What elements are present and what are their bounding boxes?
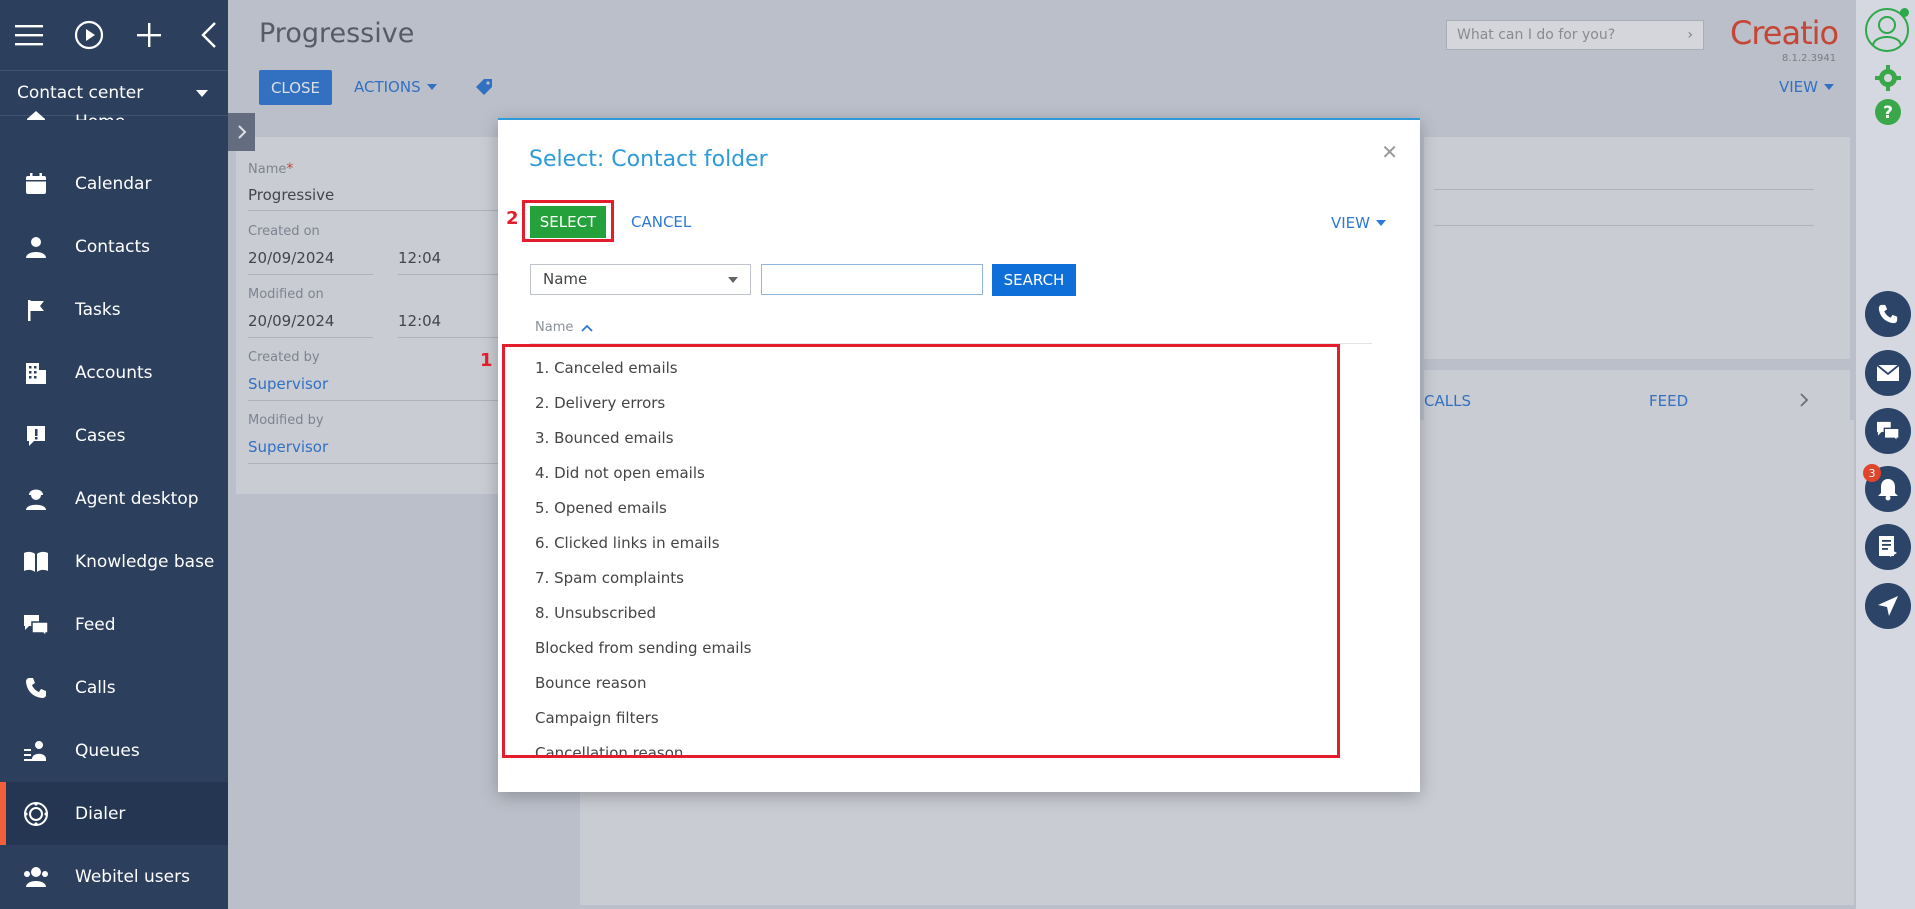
search-input[interactable] xyxy=(761,264,983,295)
sort-ascending-icon xyxy=(581,324,593,332)
sidebar-item-dialer[interactable]: Dialer xyxy=(0,782,228,845)
close-icon[interactable]: ✕ xyxy=(1381,140,1398,164)
list-item[interactable]: 1. Canceled emails xyxy=(506,350,1348,385)
list-item[interactable]: 2. Delivery errors xyxy=(506,385,1348,420)
list-item[interactable]: 5. Opened emails xyxy=(506,490,1348,525)
column-header-label: Name xyxy=(535,320,574,335)
sidebar-item-agent-desktop[interactable]: Agent desktop xyxy=(0,467,228,530)
chat-button[interactable] xyxy=(1865,408,1911,454)
sidebar-item-label: Webitel users xyxy=(75,866,190,887)
name-column-header[interactable]: Name xyxy=(535,320,593,335)
calendar-icon xyxy=(22,170,50,198)
sidebar-item-label: Accounts xyxy=(75,362,153,383)
users-icon xyxy=(22,863,50,891)
svg-text:?: ? xyxy=(1883,103,1893,123)
list-item[interactable]: 7. Spam complaints xyxy=(506,560,1348,595)
sidebar-item-accounts[interactable]: Accounts xyxy=(0,341,228,404)
sidebar-item-label: Cases xyxy=(75,425,126,446)
list-item[interactable]: Cancellation reason xyxy=(506,735,1348,757)
search-button[interactable]: SEARCH xyxy=(992,264,1076,296)
sidebar-toolbar xyxy=(0,0,228,70)
sidebar-item-tasks[interactable]: Tasks xyxy=(0,278,228,341)
sidebar-item-label: Calls xyxy=(75,677,116,698)
documents-button[interactable] xyxy=(1865,524,1911,570)
sidebar-item-label: Feed xyxy=(75,614,116,635)
dialog-view-button[interactable]: VIEW xyxy=(1331,214,1386,232)
sidebar-item-webitel-users[interactable]: Webitel users xyxy=(0,845,228,908)
sidebar-item-label: Knowledge base xyxy=(75,551,215,572)
sidebar-item-home[interactable]: Home xyxy=(0,89,228,120)
sidebar-item-calls[interactable]: Calls xyxy=(0,656,228,719)
exclamation-bubble-icon xyxy=(22,422,50,450)
play-process-icon[interactable] xyxy=(74,20,104,50)
chat-bubbles-icon xyxy=(22,611,50,639)
queue-icon xyxy=(22,737,50,765)
building-icon xyxy=(22,359,50,387)
sidebar-item-label: Home xyxy=(75,112,125,120)
list-item[interactable]: Campaign filters xyxy=(506,700,1348,735)
list-item[interactable]: Blocked from sending emails xyxy=(506,630,1348,665)
hamburger-menu-icon[interactable] xyxy=(14,20,44,50)
list-item[interactable]: 4. Did not open emails xyxy=(506,455,1348,490)
view-label: VIEW xyxy=(1331,214,1370,232)
plus-icon[interactable] xyxy=(134,20,164,50)
cancel-button[interactable]: CANCEL xyxy=(631,213,691,231)
gear-icon[interactable] xyxy=(1874,64,1902,96)
sidebar-item-calendar[interactable]: Calendar xyxy=(0,152,228,215)
send-button[interactable] xyxy=(1865,583,1911,629)
notification-badge: 3 xyxy=(1863,464,1881,482)
dialog-title: Select: Contact folder xyxy=(529,147,768,172)
sidebar-item-label: Contacts xyxy=(75,236,150,257)
email-button[interactable] xyxy=(1865,350,1911,396)
agent-icon xyxy=(22,485,50,513)
select-button[interactable]: SELECT xyxy=(530,206,606,238)
annotation-number-1: 1 xyxy=(480,350,493,371)
sidebar-item-label: Queues xyxy=(75,740,140,761)
phone-icon xyxy=(22,674,50,702)
right-rail: ? 3 xyxy=(1856,0,1915,909)
help-icon[interactable]: ? xyxy=(1874,98,1902,130)
folder-list: 1. Canceled emails 2. Delivery errors 3.… xyxy=(506,345,1348,757)
sidebar-menu-items: Calendar Contacts Tasks Accounts Cases A… xyxy=(0,152,228,908)
sidebar-item-label: Dialer xyxy=(75,803,126,824)
sidebar-item-label: Tasks xyxy=(75,299,121,320)
sidebar-item-label: Calendar xyxy=(75,173,152,194)
sidebar-menu: Home xyxy=(0,89,228,120)
person-icon xyxy=(22,233,50,261)
flag-icon xyxy=(22,296,50,324)
online-status-icon xyxy=(1900,8,1909,17)
list-item[interactable]: 8. Unsubscribed xyxy=(506,595,1348,630)
list-item[interactable]: Bounce reason xyxy=(506,665,1348,700)
home-icon xyxy=(22,106,50,120)
sidebar-item-knowledge-base[interactable]: Knowledge base xyxy=(0,530,228,593)
sidebar-item-label: Agent desktop xyxy=(75,488,199,509)
chevron-down-icon xyxy=(728,277,738,283)
chevron-down-icon xyxy=(1376,220,1386,226)
filter-column-select[interactable]: Name xyxy=(530,264,751,295)
select-contact-folder-dialog: Select: Contact folder ✕ 2 SELECT CANCEL… xyxy=(480,118,1420,792)
divider xyxy=(530,343,1372,344)
book-icon xyxy=(22,548,50,576)
sidebar-item-contacts[interactable]: Contacts xyxy=(0,215,228,278)
filter-column-value: Name xyxy=(543,270,588,288)
sidebar-item-feed[interactable]: Feed xyxy=(0,593,228,656)
phone-button[interactable] xyxy=(1865,291,1911,337)
sidebar: Contact center Home Calendar Contacts Ta… xyxy=(0,0,228,909)
sidebar-item-cases[interactable]: Cases xyxy=(0,404,228,467)
list-item[interactable]: 6. Clicked links in emails xyxy=(506,525,1348,560)
annotation-number-2: 2 xyxy=(506,208,519,229)
sidebar-item-queues[interactable]: Queues xyxy=(0,719,228,782)
chevron-left-icon[interactable] xyxy=(194,20,224,50)
dialer-icon xyxy=(22,800,50,828)
list-item[interactable]: 3. Bounced emails xyxy=(506,420,1348,455)
